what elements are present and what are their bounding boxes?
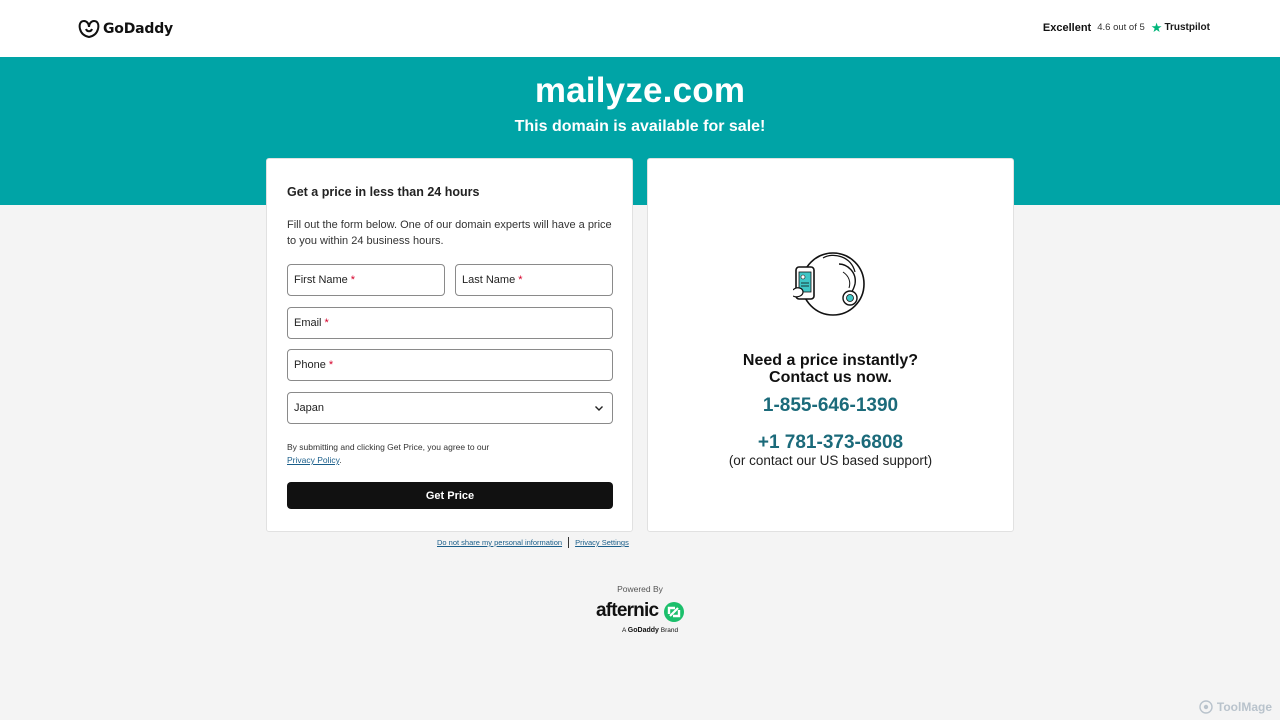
email-label: Email [294,317,322,329]
trustpilot-rating[interactable]: Excellent 4.6 out of 5 ★ Trustpilot [1043,21,1210,34]
afternic-logo[interactable]: afternic A GoDaddy Brand [596,600,688,640]
price-request-card: Get a price in less than 24 hours Fill o… [266,158,633,532]
last-name-field[interactable]: Last Name * [455,264,613,296]
primary-phone-link[interactable]: 1-855-646-1390 [648,395,1013,417]
privacy-policy-link[interactable]: Privacy Policy [287,455,339,465]
watermark-text: ToolMage [1216,700,1272,714]
form-title: Get a price in less than 24 hours [287,185,480,199]
toolmage-watermark: ToolMage [1199,700,1272,714]
chevron-down-icon [595,406,603,411]
required-mark: * [350,274,356,286]
brand-suffix: Brand [660,627,679,634]
phone-field[interactable]: Phone * [287,349,613,381]
get-price-button[interactable]: Get Price [287,482,613,509]
brand-prefix: A [622,627,626,634]
star-icon: ★ [1150,20,1163,35]
support-note: (or contact our US based support) [728,453,933,468]
country-value: Japan [294,402,324,414]
instant-price-heading: Need a price instantly? Contact us now. [648,352,1013,386]
do-not-share-link[interactable]: Do not share my personal information [437,538,562,547]
afternic-mark-icon [664,602,684,622]
godaddy-brand-tag: A GoDaddy Brand [622,627,678,634]
domain-name: mailyze.com [534,71,746,110]
contact-card: Need a price instantly? Contact us now. … [647,158,1014,532]
agreement-sentence: By submitting and clicking Get Price, yo… [287,442,490,452]
email-field[interactable]: Email * [287,307,613,339]
trustpilot-text: Trustpilot [1164,22,1210,33]
hero-subtitle: This domain is available for sale! [514,118,766,135]
trust-score: 4.6 out of 5 [1097,22,1145,33]
heading-line-2: Contact us now. [769,369,892,386]
brand-name: GoDaddy [627,627,659,634]
godaddy-logo-icon [78,19,100,39]
first-name-label: First Name [294,274,348,286]
trust-label: Excellent [1042,21,1092,34]
required-mark: * [518,274,523,286]
godaddy-logo[interactable]: GoDaddy [78,18,173,40]
last-name-label: Last Name [462,274,516,286]
heading-line-1: Need a price instantly? [742,352,919,369]
agreement-text: By submitting and clicking Get Price, yo… [287,441,587,467]
hero-banner: mailyze.com This domain is available for… [0,57,1280,205]
trustpilot-brand: ★ Trustpilot [1151,21,1210,34]
watermark-icon [1199,700,1213,714]
phone-label: Phone [294,359,326,371]
required-mark: * [328,359,334,371]
agreement-period: . [339,455,342,465]
country-select[interactable]: Japan [287,392,613,424]
footer-links: Do not share my personal information Pri… [437,537,629,548]
top-header: GoDaddy Excellent 4.6 out of 5 ★ Trustpi… [0,0,1280,57]
logo-text: GoDaddy [103,21,173,37]
form-description: Fill out the form below. One of our doma… [287,219,612,247]
afternic-wordmark: afternic [596,600,659,621]
powered-by-label: Powered By [617,584,663,594]
first-name-field[interactable]: First Name * [287,264,445,296]
phone-support-illustration [793,252,865,316]
link-divider [568,537,570,548]
privacy-settings-link[interactable]: Privacy Settings [575,538,629,547]
secondary-phone-link[interactable]: +1 781-373-6808 [648,432,1013,454]
required-mark: * [324,317,329,329]
